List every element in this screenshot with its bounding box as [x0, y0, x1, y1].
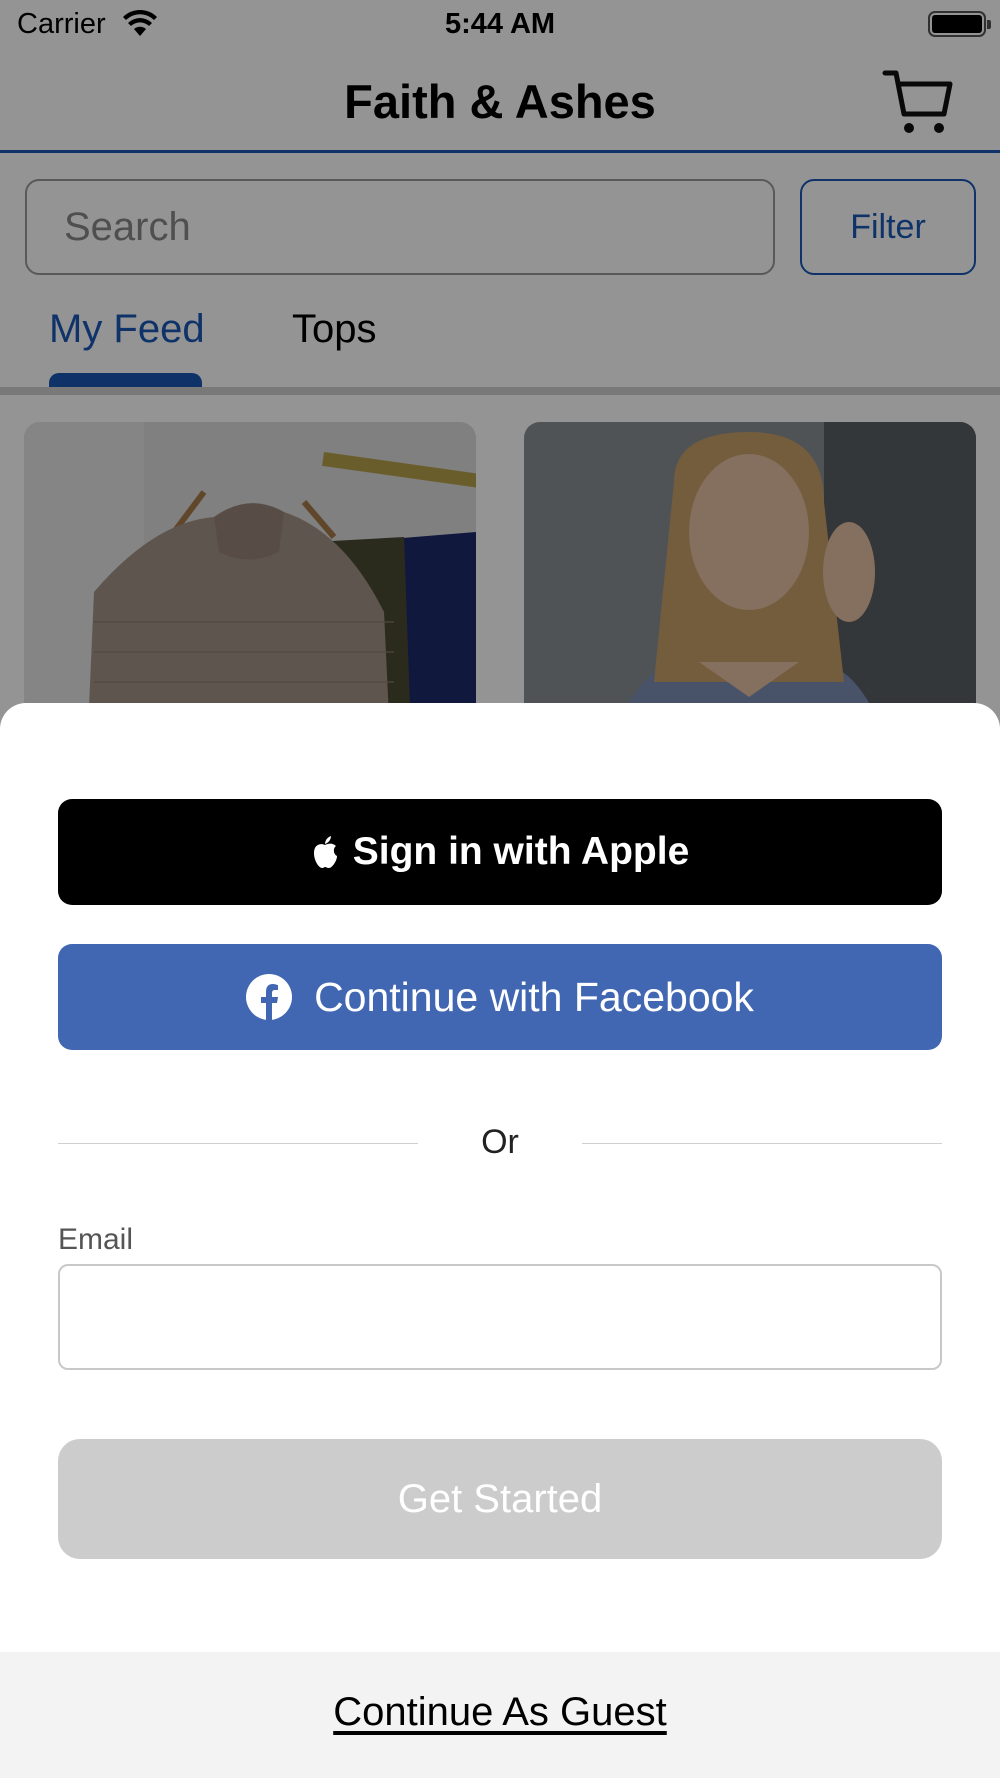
apple-icon — [313, 836, 337, 868]
sign-in-with-apple-button[interactable]: Sign in with Apple — [58, 799, 942, 905]
continue-with-facebook-button[interactable]: Continue with Facebook — [58, 944, 942, 1050]
guest-bar: Continue As Guest — [0, 1652, 1000, 1778]
email-field[interactable] — [58, 1264, 942, 1370]
facebook-button-label: Continue with Facebook — [314, 973, 754, 1020]
sign-in-sheet: Sign in with Apple Continue with Faceboo… — [0, 703, 1000, 1778]
email-label: Email — [58, 1223, 134, 1256]
apple-button-label: Sign in with Apple — [352, 830, 690, 873]
continue-as-guest-link[interactable]: Continue As Guest — [0, 1690, 1000, 1735]
divider-line — [582, 1143, 942, 1144]
facebook-icon — [246, 974, 293, 1020]
get-started-button[interactable]: Get Started — [58, 1439, 942, 1559]
or-divider: Or — [58, 1113, 942, 1173]
